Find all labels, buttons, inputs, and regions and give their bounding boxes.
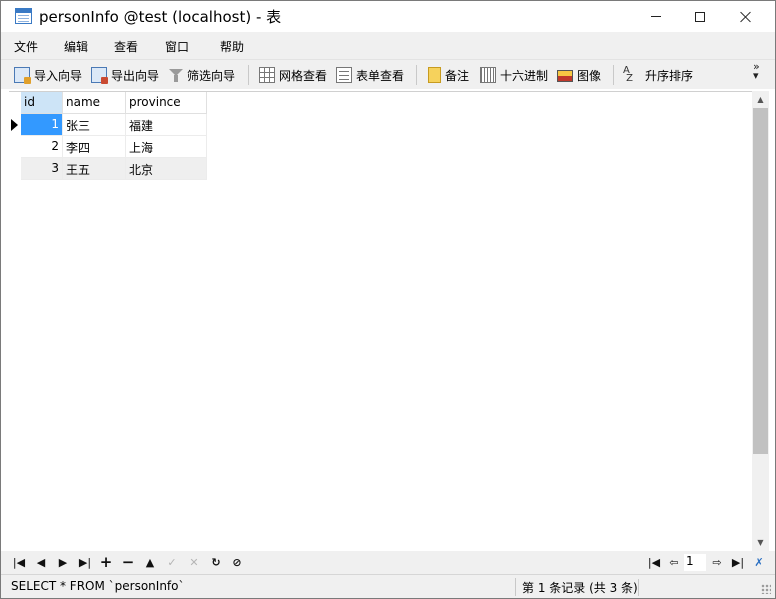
sort-ascending-icon: A Z (623, 65, 634, 84)
app-window: personInfo @test (localhost) - 表 文件 编辑 查… (0, 0, 776, 599)
toolbar-divider (613, 65, 614, 85)
title-bar: personInfo @test (localhost) - 表 (1, 1, 775, 32)
toolbar-overflow-icon: » (753, 60, 760, 73)
cell-id[interactable]: 3 (21, 158, 63, 180)
form-view-icon (336, 67, 352, 83)
sort-ascending-button[interactable]: A Z 升序排序 (623, 64, 693, 86)
image-label: 图像 (577, 68, 602, 83)
current-row-indicator-icon (11, 119, 18, 131)
previous-page-icon[interactable]: ⇦ (666, 554, 682, 570)
window-title: personInfo @test (localhost) - 表 (39, 8, 282, 26)
cell-name[interactable]: 张三 (63, 114, 126, 136)
column-header-name[interactable]: name (63, 92, 126, 114)
toolbar-divider (416, 65, 417, 85)
close-button[interactable] (723, 1, 769, 32)
add-record-icon[interactable]: + (98, 553, 114, 571)
toolbar: 导入向导 导出向导 筛选向导 网格查看 表单查看 备注 十六进制 图像 A Z … (1, 59, 775, 89)
menu-file[interactable]: 文件 (14, 38, 38, 55)
data-grid: id name province 1 张三 福建 2 李四 上海 3 王五 北京 (9, 91, 752, 551)
cell-province[interactable]: 北京 (126, 158, 207, 180)
next-page-icon[interactable]: ⇨ (709, 554, 725, 570)
cell-province[interactable]: 上海 (126, 136, 207, 158)
last-record-icon[interactable]: ▶| (77, 554, 93, 570)
move-up-icon[interactable]: ▲ (142, 554, 158, 570)
minimize-button[interactable] (633, 1, 679, 32)
form-view-label: 表单查看 (356, 68, 405, 83)
toolbar-divider (248, 65, 249, 85)
menu-help[interactable]: 帮助 (220, 38, 244, 55)
grid-header-row: id name province (21, 92, 207, 114)
filter-icon (169, 68, 183, 82)
table-icon (15, 8, 32, 24)
column-header-id[interactable]: id (21, 92, 63, 114)
menu-window[interactable]: 窗口 (165, 38, 189, 55)
import-wizard-label: 导入向导 (34, 68, 83, 83)
cell-name[interactable]: 李四 (63, 136, 126, 158)
import-wizard-icon (14, 67, 31, 84)
cell-province[interactable]: 福建 (126, 114, 207, 136)
refresh-icon[interactable]: ↻ (208, 554, 224, 570)
menu-bar: 文件 编辑 查看 窗口 帮助 (1, 32, 775, 59)
settings-tools-icon[interactable]: ✗ (751, 554, 767, 570)
vertical-scrollbar[interactable]: ▲ ▼ (752, 91, 769, 551)
hex-button[interactable]: 十六进制 (480, 64, 548, 86)
minimize-icon (651, 16, 661, 17)
record-navigation-bar: |◀ ◀ ▶ ▶| + − ▲ ✓ ✕ ↻ ⊘ |◀ ⇦ 1 ⇨ ▶| ✗ (1, 551, 775, 574)
grid-view-icon (259, 67, 275, 83)
filter-wizard-label: 筛选向导 (187, 68, 236, 83)
scroll-up-icon[interactable]: ▲ (752, 91, 769, 108)
export-wizard-label: 导出向导 (111, 68, 160, 83)
maximize-icon (695, 11, 705, 22)
table-row[interactable]: 1 张三 福建 (21, 114, 207, 136)
first-page-icon[interactable]: |◀ (646, 554, 662, 570)
first-record-icon[interactable]: |◀ (11, 554, 27, 570)
menu-edit[interactable]: 编辑 (64, 38, 88, 55)
status-divider (638, 579, 639, 596)
status-bar: SELECT * FROM `personInfo` 第 1 条记录 (共 3 … (1, 574, 775, 598)
table-row[interactable]: 2 李四 上海 (21, 136, 207, 158)
grid-view-button[interactable]: 网格查看 (259, 64, 327, 86)
page-number-input[interactable]: 1 (684, 554, 706, 571)
hex-icon (480, 67, 496, 83)
close-icon (740, 11, 752, 23)
previous-record-icon[interactable]: ◀ (33, 554, 49, 570)
status-sql-query: SELECT * FROM `personInfo` (4, 578, 516, 596)
sort-ascending-label: 升序排序 (645, 68, 694, 83)
table-row[interactable]: 3 王五 北京 (21, 158, 207, 180)
discard-changes-icon[interactable]: ✕ (186, 554, 202, 570)
grid-view-label: 网格查看 (279, 68, 328, 83)
image-button[interactable]: 图像 (557, 64, 601, 86)
maximize-button[interactable] (677, 1, 723, 32)
cell-id[interactable]: 2 (21, 136, 63, 158)
delete-record-icon[interactable]: − (120, 553, 136, 571)
stop-icon[interactable]: ⊘ (229, 554, 245, 570)
toolbar-overflow-button[interactable]: » ▾ (753, 60, 760, 81)
last-page-icon[interactable]: ▶| (730, 554, 746, 570)
cell-id[interactable]: 1 (21, 114, 63, 136)
hex-label: 十六进制 (500, 68, 549, 83)
export-wizard-button[interactable]: 导出向导 (91, 64, 159, 86)
menu-view[interactable]: 查看 (114, 38, 138, 55)
resize-grip-icon[interactable] (761, 584, 771, 594)
memo-button[interactable]: 备注 (428, 64, 469, 86)
next-record-icon[interactable]: ▶ (55, 554, 71, 570)
form-view-button[interactable]: 表单查看 (336, 64, 404, 86)
scrollbar-thumb[interactable] (753, 108, 768, 454)
status-record-info: 第 1 条记录 (共 3 条) (522, 581, 638, 595)
apply-changes-icon[interactable]: ✓ (164, 554, 180, 570)
column-header-province[interactable]: province (126, 92, 207, 114)
scroll-down-icon[interactable]: ▼ (752, 534, 769, 551)
import-wizard-button[interactable]: 导入向导 (14, 64, 82, 86)
image-icon (557, 70, 573, 82)
cell-name[interactable]: 王五 (63, 158, 126, 180)
memo-label: 备注 (445, 68, 470, 83)
export-wizard-icon (91, 67, 108, 84)
memo-icon (428, 67, 441, 83)
filter-wizard-button[interactable]: 筛选向导 (169, 64, 235, 86)
